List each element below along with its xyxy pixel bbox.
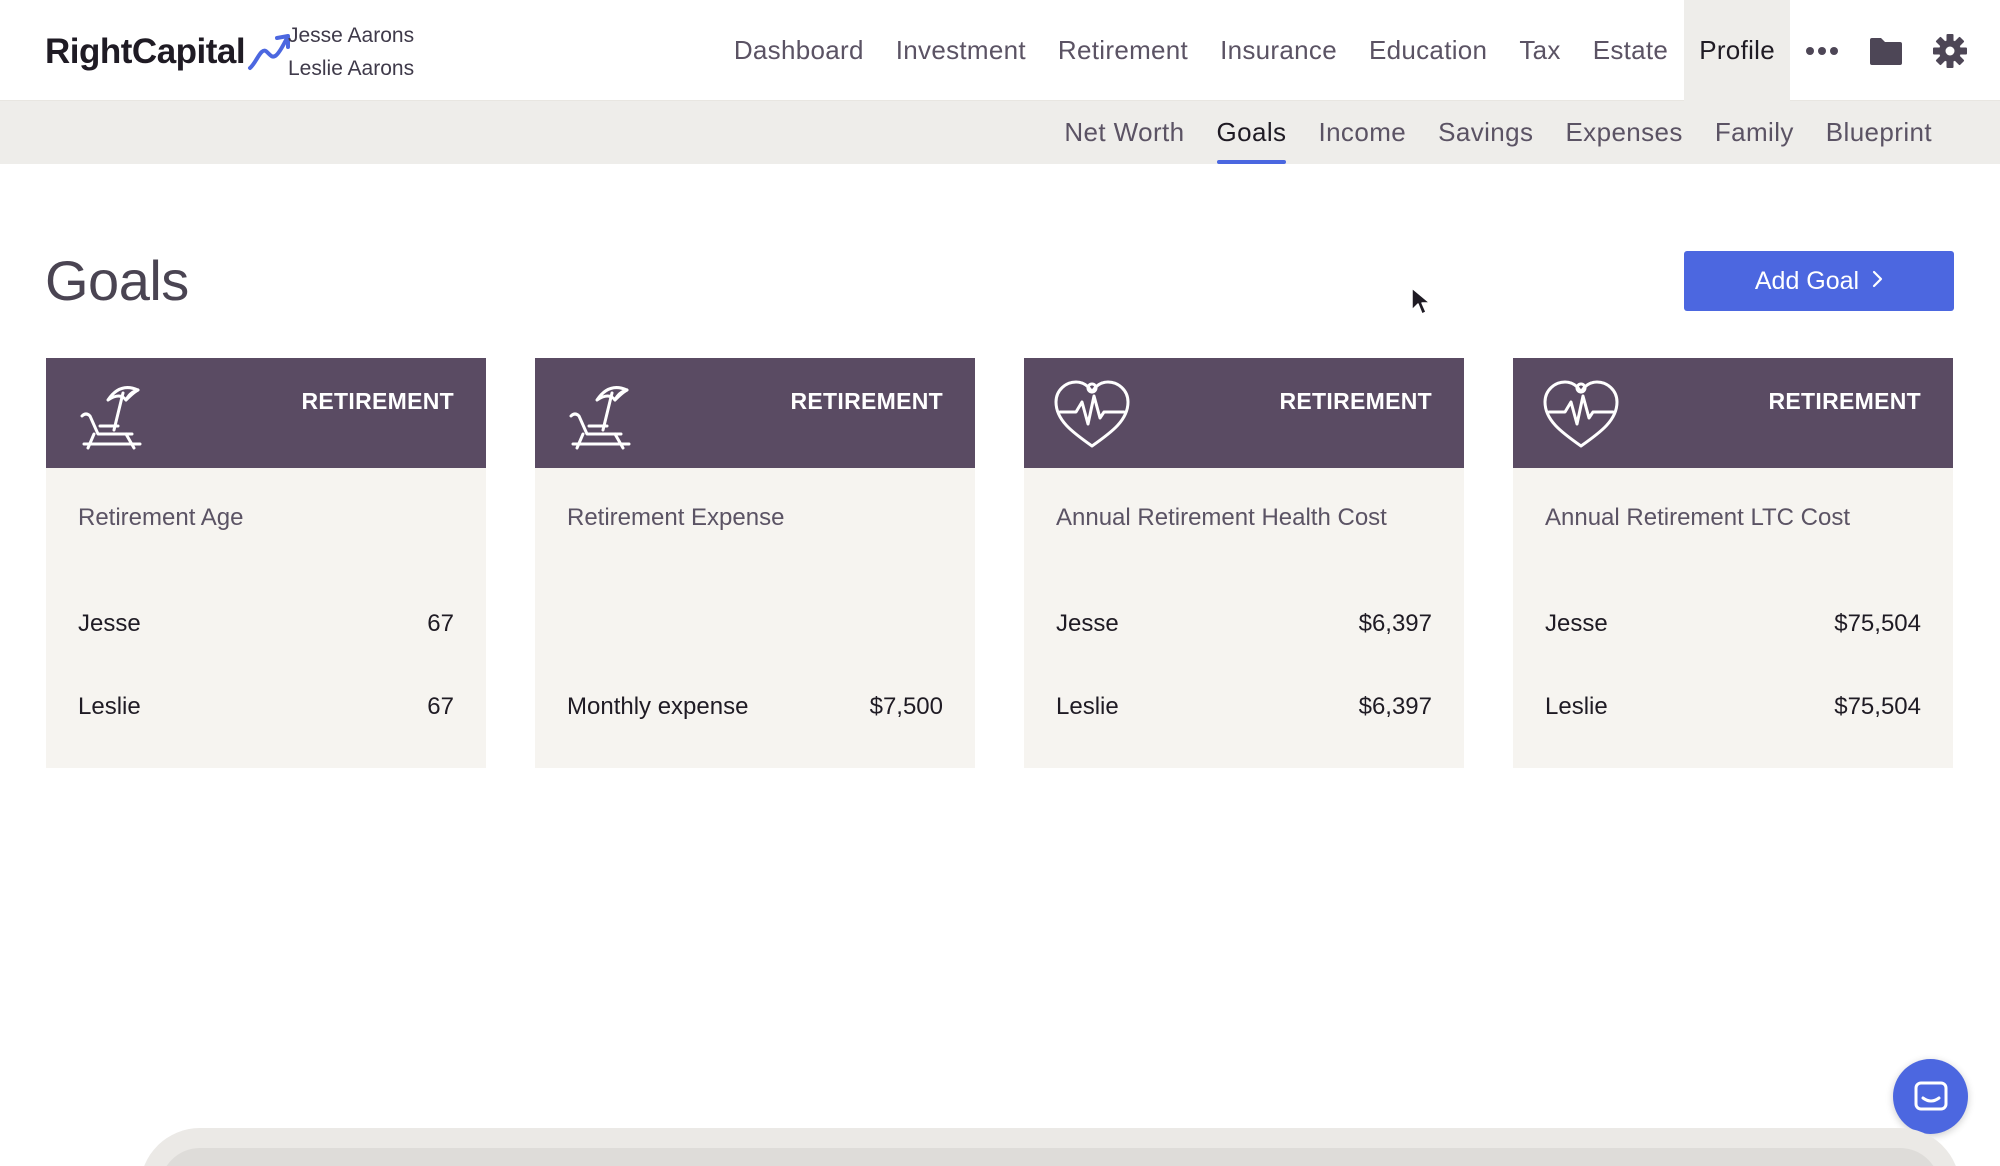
brand-logo[interactable]: RightCapital [45,30,293,74]
row-value: $7,500 [869,693,943,720]
card-row: Leslie $75,504 [1545,693,1921,721]
card-row: Leslie $6,397 [1056,693,1432,721]
chat-icon [1914,1081,1947,1110]
card-row: Jesse 67 [78,610,454,638]
brand-arrow-icon [248,34,291,70]
nav-education[interactable]: Education [1353,0,1503,101]
add-goal-button[interactable]: Add Goal [1684,251,1954,311]
sub-nav: Net Worth Goals Income Savings Expenses … [0,101,2000,164]
nav-dashboard[interactable]: Dashboard [718,0,880,101]
goal-card-retirement-age[interactable]: RETIREMENT Retirement Age Jesse 67 Lesli… [46,358,486,768]
card-row: Jesse $6,397 [1056,610,1432,638]
card-row: Jesse $75,504 [1545,610,1921,638]
card-header: RETIREMENT [535,358,975,468]
chat-launcher-button[interactable] [1893,1059,1968,1134]
row-value: 67 [427,610,454,637]
card-row: Leslie 67 [78,693,454,721]
top-bar: RightCapital Jesse Aarons Leslie Aarons … [0,0,2000,101]
client-names[interactable]: Jesse Aarons Leslie Aarons [288,19,414,85]
card-row: Monthly expense $7,500 [567,693,943,721]
gear-icon[interactable] [1918,0,1982,101]
brand-name: RightCapital [45,32,246,71]
row-label: Jesse [78,610,141,637]
goal-card-health-cost[interactable]: RETIREMENT Annual Retirement Health Cost… [1024,358,1464,768]
beach-chair-icon [569,386,631,450]
subnav-income[interactable]: Income [1302,101,1422,164]
heart-pulse-icon [1054,380,1130,448]
main-nav: Dashboard Investment Retirement Insuranc… [718,0,2000,101]
nav-insurance[interactable]: Insurance [1204,0,1353,101]
card-body: Retirement Expense Monthly expense $7,50… [535,468,975,768]
row-value: $6,397 [1358,693,1432,720]
nav-retirement[interactable]: Retirement [1042,0,1204,101]
card-title: Annual Retirement Health Cost [1056,504,1387,531]
card-category: RETIREMENT [790,388,943,414]
subnav-blueprint[interactable]: Blueprint [1810,101,1948,164]
row-label: Jesse [1056,610,1119,637]
subnav-net-worth[interactable]: Net Worth [1048,101,1200,164]
card-title: Retirement Expense [567,504,785,531]
card-header: RETIREMENT [1024,358,1464,468]
client-secondary: Leslie Aarons [288,57,415,80]
row-label: Leslie [1056,693,1119,720]
heart-pulse-icon [1543,380,1619,448]
row-value: $75,504 [1834,693,1921,720]
card-title: Retirement Age [78,504,244,531]
nav-estate[interactable]: Estate [1577,0,1685,101]
card-header: RETIREMENT [46,358,486,468]
mouse-cursor-icon [1411,287,1431,315]
goal-cards: RETIREMENT Retirement Age Jesse 67 Lesli… [46,358,1953,768]
row-value: $75,504 [1834,610,1921,637]
card-body: Annual Retirement Health Cost Jesse $6,3… [1024,468,1464,768]
window-bottom-edge-inner [160,1148,1940,1166]
row-value: $6,397 [1358,610,1432,637]
row-value: 67 [427,693,454,720]
card-body: Retirement Age Jesse 67 Leslie 67 [46,468,486,768]
subnav-goals[interactable]: Goals [1201,101,1303,164]
folder-icon[interactable] [1854,0,1918,101]
client-primary: Jesse Aarons [288,24,415,47]
chevron-right-icon [1871,267,1883,295]
nav-investment[interactable]: Investment [880,0,1042,101]
subnav-family[interactable]: Family [1699,101,1810,164]
beach-chair-icon [80,386,142,450]
goal-card-ltc-cost[interactable]: RETIREMENT Annual Retirement LTC Cost Je… [1513,358,1953,768]
nav-profile[interactable]: Profile [1684,0,1790,101]
row-label: Leslie [1545,693,1608,720]
page-title: Goals [45,249,189,312]
nav-tax[interactable]: Tax [1503,0,1576,101]
row-label: Monthly expense [567,693,749,720]
card-title: Annual Retirement LTC Cost [1545,504,1851,531]
card-category: RETIREMENT [1768,388,1921,414]
card-body: Annual Retirement LTC Cost Jesse $75,504… [1513,468,1953,768]
card-category: RETIREMENT [301,388,454,414]
add-goal-label: Add Goal [1754,266,1860,295]
goal-card-retirement-expense[interactable]: RETIREMENT Retirement Expense Monthly ex… [535,358,975,768]
row-label: Jesse [1545,610,1608,637]
card-header: RETIREMENT [1513,358,1953,468]
more-icon[interactable] [1790,0,1854,101]
subnav-savings[interactable]: Savings [1422,101,1549,164]
card-category: RETIREMENT [1279,388,1432,414]
subnav-expenses[interactable]: Expenses [1549,101,1698,164]
row-label: Leslie [78,693,141,720]
